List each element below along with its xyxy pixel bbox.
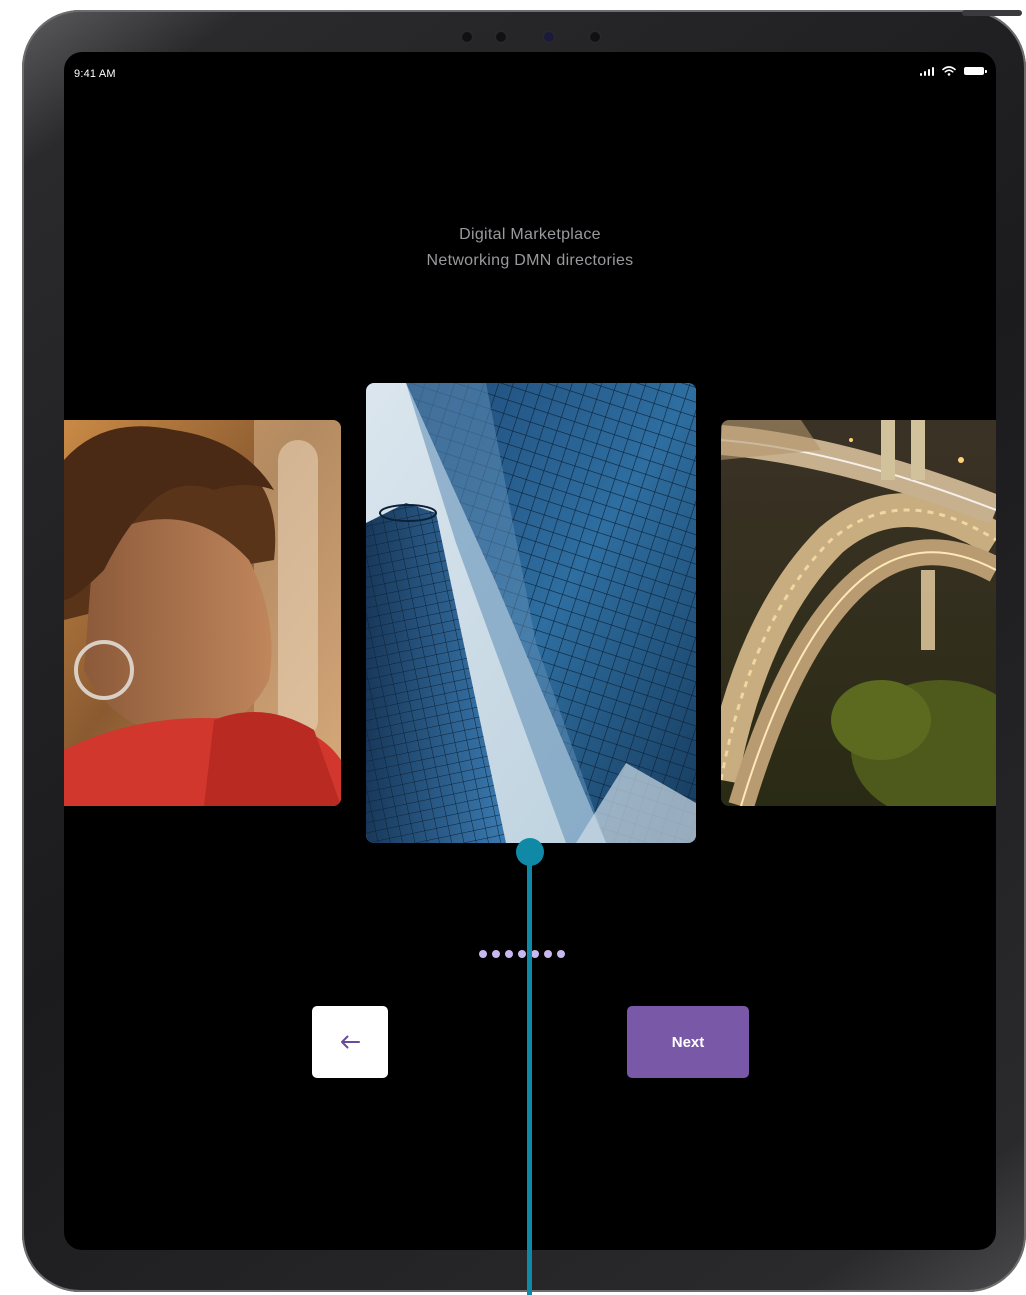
arrow-left-icon <box>341 1035 360 1049</box>
page-dot[interactable] <box>492 950 500 958</box>
page-dot[interactable] <box>531 950 539 958</box>
camera-lens-icon <box>544 32 554 42</box>
signal-icon <box>919 66 934 76</box>
next-button[interactable]: Next <box>627 1006 749 1078</box>
sensor-dot <box>462 32 472 42</box>
headline-title: Digital Marketplace <box>459 226 601 243</box>
camera-strip <box>462 28 632 44</box>
portrait-photo <box>64 420 341 806</box>
page-dot[interactable] <box>557 950 565 958</box>
headline-subtitle: Networking DMN directories <box>426 252 634 269</box>
page-dot[interactable] <box>479 950 487 958</box>
page-dot[interactable] <box>544 950 552 958</box>
device-side-button <box>962 10 1022 16</box>
wifi-icon <box>942 66 956 76</box>
back-button[interactable] <box>312 1006 388 1078</box>
annotation-callout-line <box>527 851 532 1295</box>
carousel-card-portrait[interactable] <box>64 420 341 806</box>
carousel-card-skyscraper[interactable] <box>366 383 696 843</box>
status-time: 9:41 AM <box>74 68 116 80</box>
skyscraper-photo <box>366 383 696 843</box>
battery-icon <box>964 67 987 75</box>
page-dot[interactable] <box>505 950 513 958</box>
page-dot-active[interactable] <box>518 950 526 958</box>
carousel-card-highway[interactable] <box>721 420 996 806</box>
highway-photo <box>721 420 996 806</box>
sensor-dot <box>496 32 506 42</box>
annotation-callout-dot <box>516 838 544 866</box>
status-icons <box>919 66 987 76</box>
sensor-dot <box>590 32 600 42</box>
page-indicator <box>479 950 565 958</box>
headline: Digital Marketplace Networking DMN direc… <box>64 222 996 274</box>
